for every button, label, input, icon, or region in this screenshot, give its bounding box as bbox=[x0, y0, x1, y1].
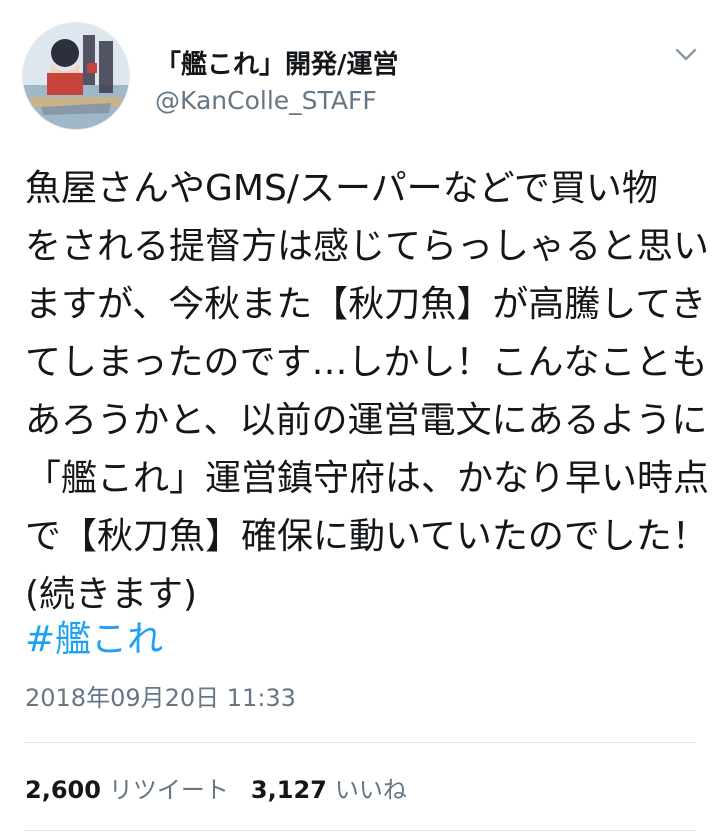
hashtag-link[interactable]: #艦これ bbox=[25, 611, 163, 669]
divider bbox=[25, 830, 695, 831]
tweet-text-line: 魚屋さんやGMS/スーパーなどで買い物 bbox=[25, 168, 658, 209]
tweet-timestamp[interactable]: 2018年09月20日 11:33 bbox=[25, 678, 296, 713]
tweet-text: 魚屋さんやGMS/スーパーなどで買い物 をされる提督方は感じてらっしゃると思い … bbox=[25, 160, 710, 624]
tweet-text-line: てしまったのです…しかし！こんなことも bbox=[25, 342, 708, 383]
retweet-label: リツイート bbox=[108, 776, 229, 804]
divider bbox=[25, 742, 695, 743]
tweet-text-line: あろうかと、以前の運営電文にあるように bbox=[25, 400, 708, 441]
tweet-detail: 「艦これ」開発/運営 @KanColle_STAFF 魚屋さんやGMS/スーパー… bbox=[0, 0, 720, 837]
tweet-text-line: で【秋刀魚】確保に動いていたのでした！ bbox=[25, 516, 708, 557]
display-name[interactable]: 「艦これ」開発/運営 bbox=[155, 44, 399, 81]
retweet-count-link[interactable]: 2,600 リツイート bbox=[25, 770, 229, 805]
chevron-down-icon bbox=[675, 48, 697, 61]
avatar-image bbox=[23, 23, 129, 129]
like-count-link[interactable]: 3,127 いいね bbox=[251, 770, 407, 805]
tweet-text-line: ますが、今秋また【秋刀魚】が高騰してき bbox=[25, 284, 707, 325]
more-options-button[interactable] bbox=[668, 40, 704, 70]
like-label: いいね bbox=[334, 776, 407, 804]
retweet-count: 2,600 bbox=[25, 776, 101, 804]
user-handle[interactable]: @KanColle_STAFF bbox=[155, 86, 377, 115]
like-count: 3,127 bbox=[250, 776, 327, 804]
avatar[interactable] bbox=[22, 22, 130, 130]
tweet-stats: 2,600 リツイート 3,127 いいね bbox=[25, 770, 407, 806]
tweet-text-line: 「艦これ」運営鎮守府は、かなり早い時点 bbox=[25, 458, 710, 499]
tweet-text-line: をされる提督方は感じてらっしゃると思い bbox=[25, 226, 710, 267]
